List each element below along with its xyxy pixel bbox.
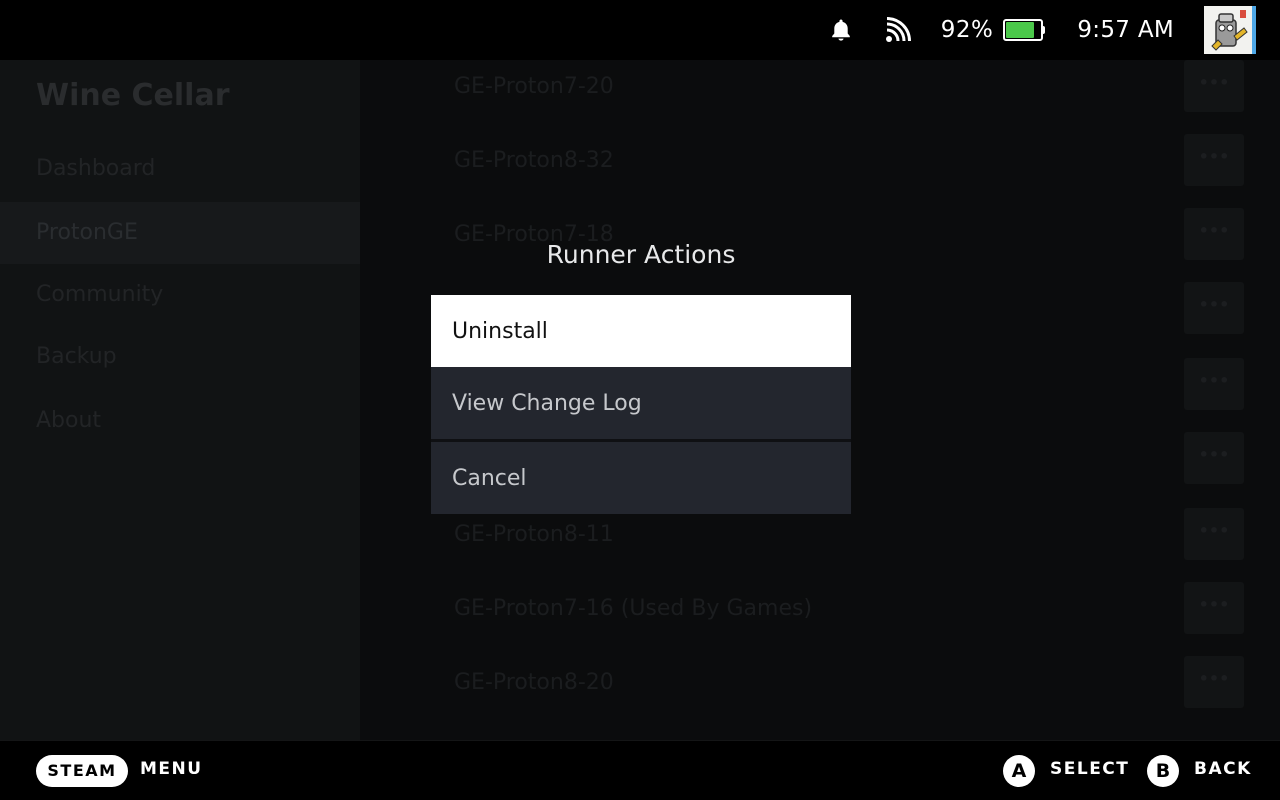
runner-name: GE-Proton8-20 xyxy=(454,670,614,695)
row-options-button: ••• xyxy=(1184,508,1244,560)
sidebar-item-about: About xyxy=(36,408,102,433)
app-title: Wine Cellar xyxy=(36,78,230,113)
row-options-button: ••• xyxy=(1184,656,1244,708)
status-group: 92% 9:57 AM xyxy=(829,6,1256,54)
row-options-button: ••• xyxy=(1184,432,1244,484)
sidebar-item-dashboard: Dashboard xyxy=(36,156,156,181)
sidebar-item-backup: Backup xyxy=(36,344,117,369)
bell-icon[interactable] xyxy=(829,17,853,43)
view-change-log-button[interactable]: View Change Log xyxy=(431,367,851,439)
clock: 9:57 AM xyxy=(1077,17,1174,43)
battery-nub xyxy=(1041,26,1046,34)
avatar[interactable] xyxy=(1204,6,1256,54)
battery-icon xyxy=(1003,19,1046,41)
menu-item-label: Cancel xyxy=(452,465,527,491)
menu-item-label: Uninstall xyxy=(452,318,548,344)
list-item: GE-Proton7-20 ••• xyxy=(430,60,1250,122)
runner-name: GE-Proton7-20 xyxy=(454,74,614,99)
list-item: GE-Proton8-20 ••• xyxy=(430,656,1250,718)
wifi-icon[interactable] xyxy=(885,17,911,43)
runner-name: GE-Proton8-32 xyxy=(454,148,614,173)
list-item: GE-Proton8-11 ••• xyxy=(430,508,1250,570)
modal-title: Runner Actions xyxy=(546,240,736,269)
a-button-icon[interactable]: A xyxy=(1003,755,1035,787)
sidebar-item-community: Community xyxy=(36,282,164,307)
list-item: GE-Proton7-16 (Used By Games) ••• xyxy=(430,582,1250,644)
list-item: GE-Proton8-32 ••• xyxy=(430,134,1250,196)
bottom-hint-bar: STEAM MENU A SELECT B BACK xyxy=(0,740,1280,800)
steam-button[interactable]: STEAM xyxy=(36,755,128,787)
status-bar: 92% 9:57 AM xyxy=(0,0,1280,60)
back-hint-label: BACK xyxy=(1194,759,1252,779)
background-sidebar: Wine Cellar Dashboard ProtonGE Community… xyxy=(0,60,360,740)
battery-fill xyxy=(1006,22,1035,38)
runner-actions-menu: Uninstall View Change Log Cancel xyxy=(431,295,851,514)
row-options-button: ••• xyxy=(1184,582,1244,634)
menu-item-label: View Change Log xyxy=(452,390,642,416)
steam-deck-screen: 92% 9:57 AM Wine Cellar Dashboard Proton… xyxy=(0,0,1280,800)
battery-percent: 92% xyxy=(940,17,994,43)
runner-name: GE-Proton8-11 xyxy=(454,522,614,547)
row-options-button: ••• xyxy=(1184,208,1244,260)
b-button-icon[interactable]: B xyxy=(1147,755,1179,787)
row-options-button: ••• xyxy=(1184,282,1244,334)
runner-name: GE-Proton7-16 (Used By Games) xyxy=(454,596,813,621)
row-options-button: ••• xyxy=(1184,134,1244,186)
select-hint-label: SELECT xyxy=(1050,759,1130,779)
sidebar-item-protonge: ProtonGE xyxy=(0,202,360,264)
row-options-button: ••• xyxy=(1184,60,1244,112)
uninstall-button[interactable]: Uninstall xyxy=(431,295,851,367)
cancel-button[interactable]: Cancel xyxy=(431,442,851,514)
menu-hint-label: MENU xyxy=(140,759,203,779)
row-options-button: ••• xyxy=(1184,358,1244,410)
